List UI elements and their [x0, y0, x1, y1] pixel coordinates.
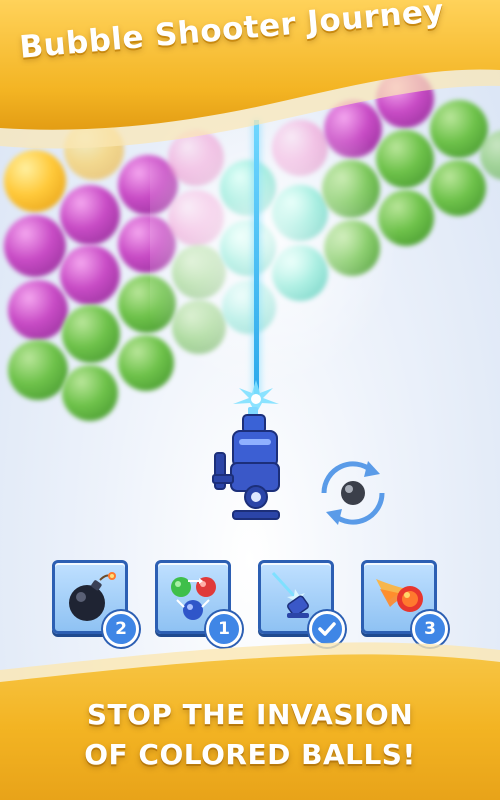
bubble-cannon[interactable] [205, 405, 295, 525]
tagline: STOP THE INVASION OF COLORED BALLS! [0, 695, 500, 775]
bubble [8, 280, 68, 340]
bubble [60, 185, 120, 245]
swap-ball-button[interactable] [310, 450, 396, 536]
bubble [62, 305, 120, 363]
booster-bomb[interactable]: 2 [52, 560, 139, 647]
bubble [62, 365, 118, 421]
booster-fireball[interactable]: 3 [361, 560, 448, 647]
bubble [4, 215, 66, 277]
tagline-line-2: OF COLORED BALLS! [84, 738, 416, 771]
bubble [8, 340, 68, 400]
bubble [60, 245, 120, 305]
bubble [430, 160, 486, 216]
aim-laser [254, 120, 259, 400]
booster-color-swap[interactable]: 1 [155, 560, 242, 647]
tagline-line-1: STOP THE INVASION [86, 698, 414, 731]
booster-laser-aim[interactable] [258, 560, 345, 647]
game-screen: Bubble Shooter Journey 2 1 3 STOP THE IN… [0, 0, 500, 800]
